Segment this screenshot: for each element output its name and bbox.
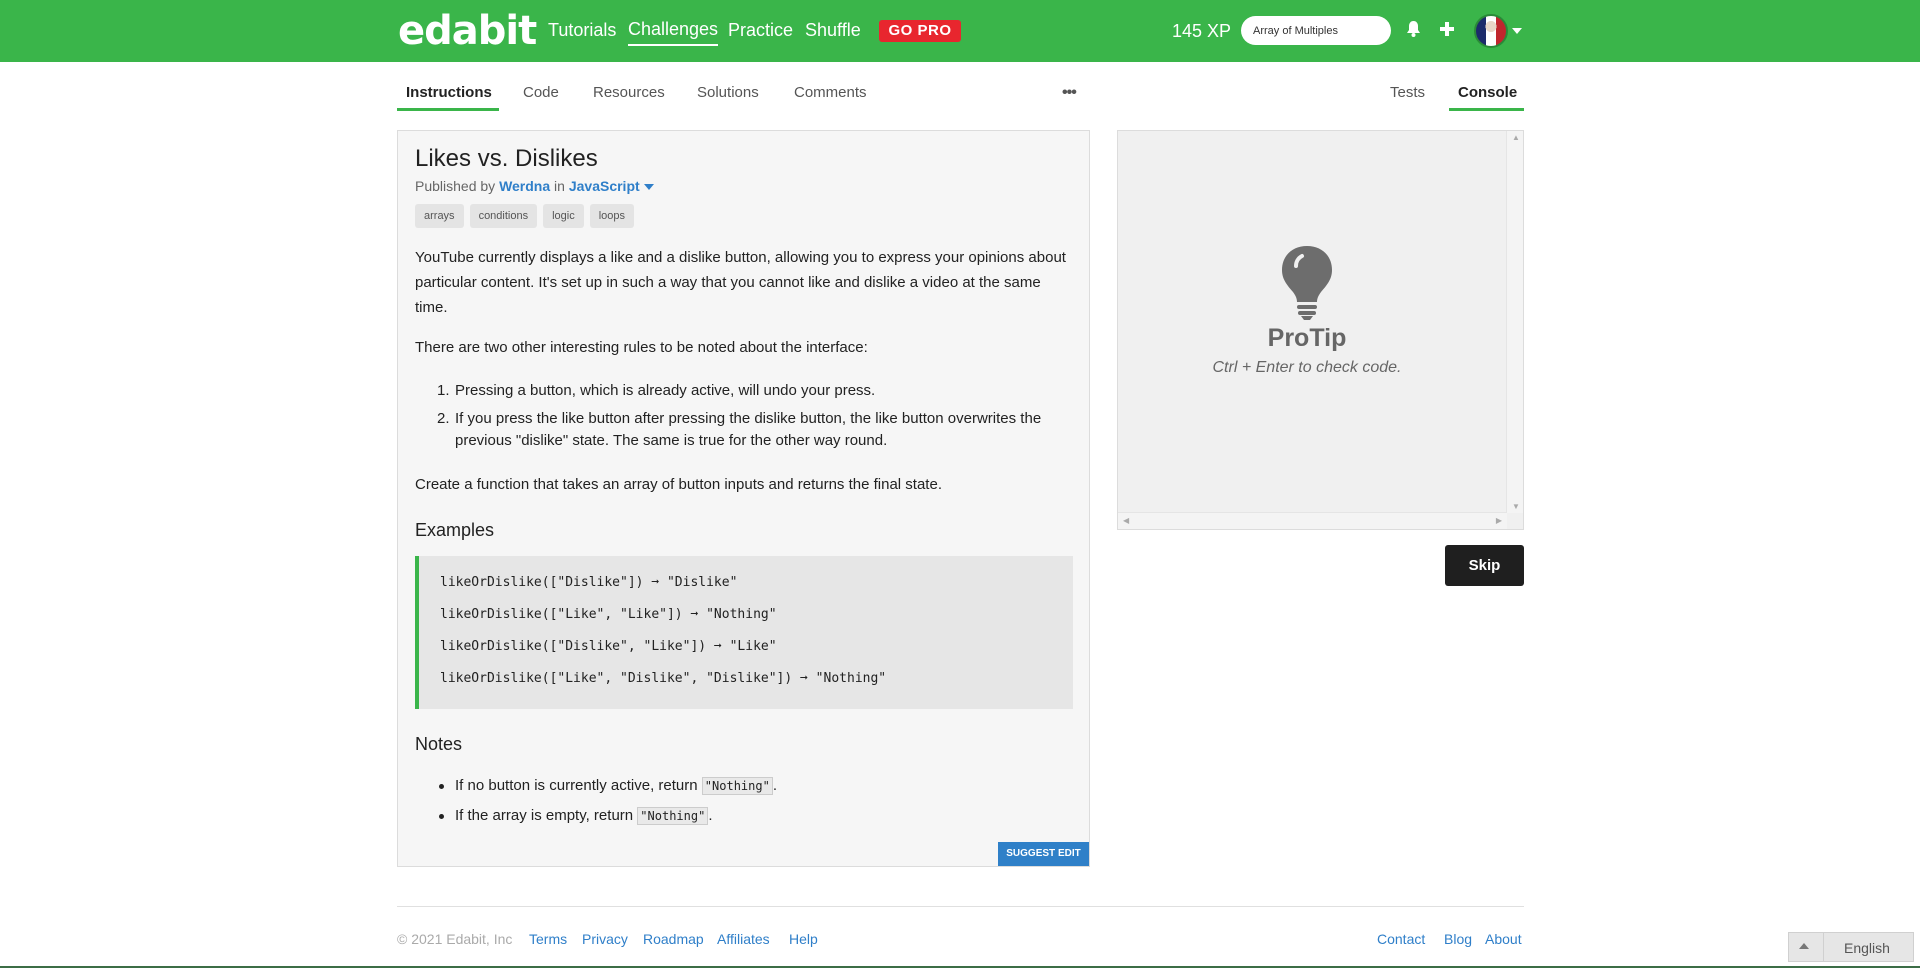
code-line: likeOrDislike(["Dislike"]) ➞ "Dislike" — [440, 575, 738, 590]
plus-icon[interactable] — [1439, 21, 1455, 42]
scroll-down-icon[interactable]: ▼ — [1512, 502, 1520, 511]
tag-arrays[interactable]: arrays — [415, 204, 464, 228]
go-pro-button[interactable]: GO PRO — [879, 20, 961, 42]
scroll-right-icon[interactable]: ▶ — [1496, 516, 1502, 525]
inline-code: "Nothing" — [701, 777, 773, 795]
footer-divider — [397, 906, 1524, 907]
challenge-title: Likes vs. Dislikes — [415, 145, 598, 172]
description-paragraph-2: There are two other interesting rules to… — [415, 339, 868, 356]
footer-link-contact[interactable]: Contact — [1377, 931, 1425, 947]
suggest-edit-button[interactable]: SUGGEST EDIT — [998, 842, 1089, 866]
code-line: likeOrDislike(["Like", "Dislike", "Disli… — [440, 671, 887, 686]
published-line: Published by Werdna in JavaScript — [415, 178, 654, 194]
skip-button[interactable]: Skip — [1445, 545, 1524, 586]
footer-link-help[interactable]: Help — [789, 931, 818, 947]
list-item: If no button is currently active, return… — [415, 777, 777, 795]
list-item: If the array is empty, return "Nothing". — [415, 807, 713, 825]
top-navbar: edabit Tutorials Challenges Practice Shu… — [0, 0, 1920, 62]
nav-practice[interactable]: Practice — [728, 20, 793, 41]
examples-code-block: likeOrDislike(["Dislike"]) ➞ "Dislike" l… — [415, 556, 1073, 709]
copyright: © 2021 Edabit, Inc — [397, 931, 513, 947]
nav-challenges[interactable]: Challenges — [628, 19, 719, 46]
scroll-up-icon[interactable]: ▲ — [1512, 133, 1520, 142]
tab-console-underline — [1449, 108, 1524, 111]
tag-loops[interactable]: loops — [589, 204, 635, 228]
author-link[interactable]: Werdna — [499, 178, 550, 194]
published-by-label: Published by — [415, 178, 496, 194]
tab-tests[interactable]: Tests — [1390, 84, 1425, 101]
nav-shuffle[interactable]: Shuffle — [805, 20, 861, 41]
caret-up-icon — [1799, 943, 1809, 949]
xp-counter: 145 XP — [1172, 21, 1232, 41]
tag-list: arrays conditions logic loops — [415, 204, 635, 228]
more-options-icon[interactable]: ••• — [1062, 84, 1077, 102]
footer-link-blog[interactable]: Blog — [1444, 931, 1472, 947]
search-input[interactable] — [1241, 16, 1391, 45]
in-label: in — [554, 178, 565, 194]
nav-tutorials[interactable]: Tutorials — [548, 20, 616, 41]
list-item: 2. If you press the like button after pre… — [437, 410, 1042, 449]
description-paragraph-3: Create a function that takes an array of… — [415, 476, 942, 493]
tab-console[interactable]: Console — [1458, 84, 1517, 101]
tab-code[interactable]: Code — [523, 84, 559, 101]
bullet — [439, 814, 444, 819]
rules-list: 1. Pressing a button, which is already ac… — [415, 380, 1075, 458]
notes-heading: Notes — [415, 734, 463, 754]
user-avatar[interactable] — [1474, 14, 1508, 48]
footer-link-terms[interactable]: Terms — [529, 931, 567, 947]
tab-resources[interactable]: Resources — [593, 84, 665, 101]
language-label: English — [1844, 940, 1890, 956]
tab-instructions-underline — [397, 108, 499, 111]
edabit-logo[interactable]: edabit — [398, 8, 537, 54]
footer-link-roadmap[interactable]: Roadmap — [643, 931, 704, 947]
scroll-left-icon[interactable]: ◀ — [1123, 516, 1129, 525]
footer-link-about[interactable]: About — [1485, 931, 1522, 947]
chevron-down-icon[interactable] — [1512, 28, 1522, 34]
language-selector[interactable]: English — [1788, 932, 1914, 962]
instructions-panel: Likes vs. Dislikes Published by Werdna i… — [397, 130, 1090, 867]
tag-conditions[interactable]: conditions — [469, 204, 538, 228]
footer-link-privacy[interactable]: Privacy — [582, 931, 628, 947]
examples-heading: Examples — [415, 520, 495, 540]
tab-solutions[interactable]: Solutions — [697, 84, 759, 101]
description-paragraph-1: YouTube currently displays a like and a … — [415, 249, 1066, 316]
tab-instructions[interactable]: Instructions — [406, 84, 492, 101]
inline-code: "Nothing" — [637, 807, 709, 825]
console-panel[interactable]: ProTip Ctrl + Enter to check code. ▲ ▼ ◀… — [1117, 130, 1524, 530]
caret-down-icon — [643, 184, 654, 191]
code-line: likeOrDislike(["Like", "Like"]) ➞ "Nothi… — [440, 607, 777, 622]
code-line: likeOrDislike(["Dislike", "Like"]) ➞ "Li… — [440, 639, 777, 654]
footer-link-affiliates[interactable]: Affiliates — [717, 931, 770, 947]
lightbulb-icon — [1280, 244, 1334, 325]
language-label: JavaScript — [568, 178, 640, 194]
protip-title: ProTip — [1267, 324, 1347, 352]
bullet — [439, 784, 444, 789]
tag-logic[interactable]: logic — [543, 204, 584, 228]
vertical-scrollbar[interactable]: ▲ ▼ — [1506, 131, 1523, 513]
horizontal-scrollbar[interactable]: ◀ ▶ — [1118, 512, 1507, 529]
tab-comments[interactable]: Comments — [794, 84, 867, 101]
list-item: 1. Pressing a button, which is already ac… — [437, 382, 876, 399]
divider — [1823, 933, 1824, 961]
bell-icon[interactable] — [1406, 20, 1421, 43]
language-dropdown[interactable]: JavaScript — [569, 178, 654, 194]
protip-hint: Ctrl + Enter to check code. — [1212, 359, 1402, 376]
